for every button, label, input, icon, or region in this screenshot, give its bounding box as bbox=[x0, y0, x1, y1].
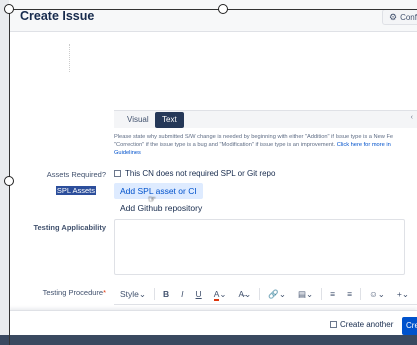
testing-procedure-toolbar: Style⌄ B I U A⌄ A̶⌄ 🔗⌄ ▤⌄ ≡ ≡ ☺⌄ +⌄ bbox=[114, 283, 417, 305]
emoji-icon[interactable]: ☺⌄ bbox=[363, 283, 391, 305]
description-help-text: Please state why submitted S/W change is… bbox=[114, 133, 417, 157]
help-link-more-info[interactable]: Click here for more in bbox=[337, 142, 391, 148]
italic-button[interactable]: I bbox=[175, 283, 189, 305]
resize-handle-top-left[interactable] bbox=[4, 4, 14, 14]
dialog-header: Create Issue ⚙ Confi bbox=[9, 0, 417, 32]
numbered-list-icon[interactable]: ≡ bbox=[341, 283, 358, 305]
text-color-button[interactable]: A⌄ bbox=[208, 283, 233, 305]
toolbar-divider bbox=[321, 287, 323, 300]
assets-not-required-checkbox[interactable] bbox=[114, 170, 121, 177]
testing-applicability-label: Testing Applicability bbox=[33, 223, 106, 232]
assets-required-label: Assets Required? bbox=[46, 170, 106, 179]
testing-applicability-input[interactable] bbox=[114, 219, 405, 275]
help-line-1: Please state why submitted S/W change is… bbox=[114, 134, 394, 140]
configure-label: Confi bbox=[400, 12, 417, 22]
link-icon[interactable]: 🔗⌄ bbox=[262, 283, 292, 305]
selection-frame-top bbox=[9, 9, 417, 10]
bullet-list-icon[interactable]: ≡ bbox=[324, 283, 341, 305]
toolbar-divider bbox=[259, 287, 261, 300]
background-page-strip bbox=[0, 335, 417, 345]
underline-button[interactable]: U bbox=[190, 283, 208, 305]
required-marker: * bbox=[103, 288, 106, 297]
resize-handle-top-middle[interactable] bbox=[218, 4, 228, 14]
collapse-arrow-icon[interactable]: ‹ bbox=[411, 114, 413, 121]
toolbar-divider bbox=[360, 287, 362, 300]
gear-icon: ⚙ bbox=[389, 11, 398, 22]
add-github-repository-link[interactable]: Add Github repository bbox=[120, 203, 202, 213]
help-line-2: "Correction" if the issue type is a bug … bbox=[114, 142, 391, 148]
create-issue-dialog: Create Issue ⚙ Confi Visual Text ‹ Pleas… bbox=[9, 0, 417, 345]
tab-visual[interactable]: Visual bbox=[120, 112, 156, 128]
assets-not-required-label: This CN does not required SPL or Git rep… bbox=[125, 169, 276, 178]
more-formatting-button[interactable]: A̶⌄ bbox=[232, 283, 257, 305]
editor-resize-grip bbox=[69, 44, 73, 72]
help-link-guidelines[interactable]: Guidelines bbox=[114, 149, 417, 157]
attachment-icon[interactable]: ▤⌄ bbox=[292, 283, 319, 305]
create-button[interactable]: Creat bbox=[402, 317, 417, 335]
dialog-title: Create Issue bbox=[20, 9, 95, 23]
create-another-checkbox-row[interactable]: Create another bbox=[330, 320, 393, 329]
editor-mode-tabs: Visual Text ‹ bbox=[114, 110, 417, 128]
description-editor-area[interactable] bbox=[105, 32, 417, 106]
toolbar-divider bbox=[154, 287, 156, 300]
tab-text[interactable]: Text bbox=[155, 112, 184, 128]
create-another-label: Create another bbox=[340, 320, 394, 329]
configure-fields-button[interactable]: ⚙ Confi bbox=[382, 9, 417, 25]
spl-assets-label: SPL Assets bbox=[55, 186, 96, 195]
create-another-checkbox[interactable] bbox=[330, 321, 337, 328]
resize-handle-middle-left[interactable] bbox=[4, 176, 14, 186]
assets-not-required-checkbox-row[interactable]: This CN does not required SPL or Git rep… bbox=[114, 169, 275, 178]
add-spl-asset-button[interactable]: Add SPL asset or CI bbox=[114, 183, 203, 199]
insert-plus-icon[interactable]: +⌄ bbox=[391, 283, 415, 305]
bold-button[interactable]: B bbox=[157, 283, 175, 305]
style-dropdown[interactable]: Style⌄ bbox=[114, 283, 152, 305]
testing-procedure-label: Testing Procedure* bbox=[42, 288, 106, 297]
